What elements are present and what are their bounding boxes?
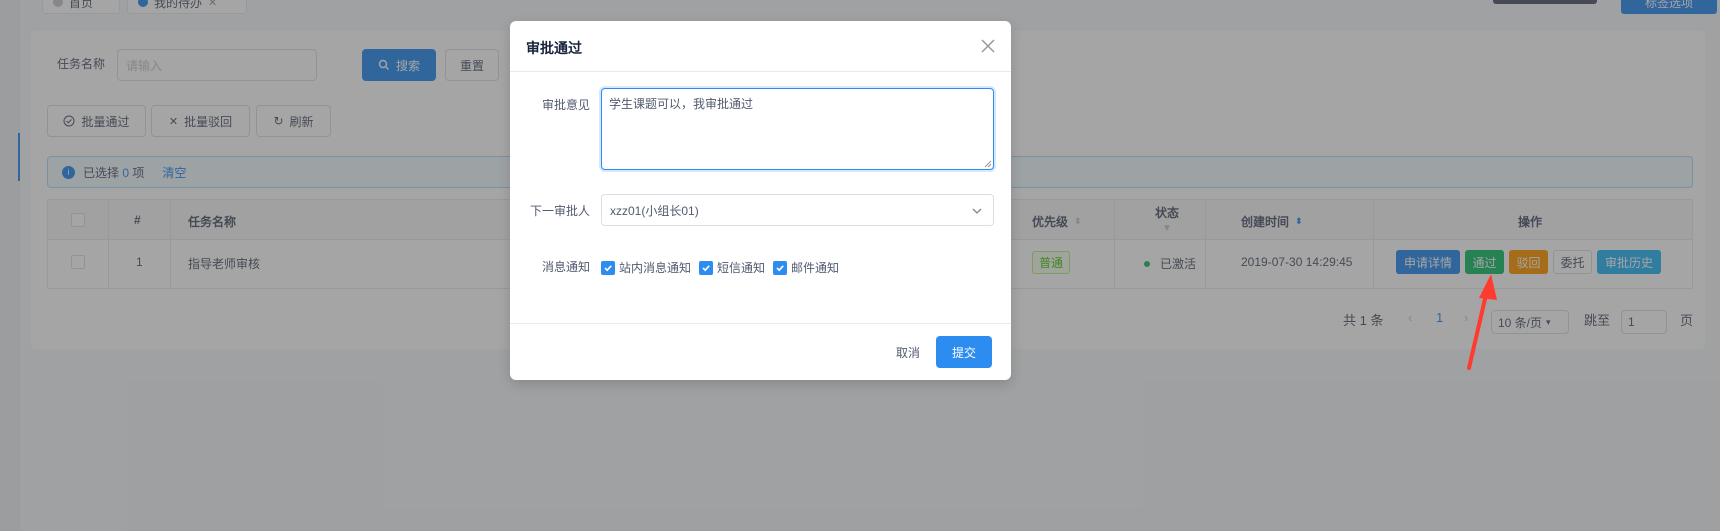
notify-site-label: 站内消息通知	[619, 261, 692, 275]
notify-label: 消息通知	[541, 260, 590, 274]
submit-button[interactable]: 提交	[936, 336, 992, 368]
next-approver-label: 下一审批人	[529, 204, 590, 218]
notify-email-checkbox[interactable]: 邮件通知	[773, 259, 839, 276]
cancel-button[interactable]: 取消	[880, 336, 936, 368]
approve-modal: 审批通过 审批意见 学生课题可以，我审批通过 下一审批人 xzz01(小组长01…	[510, 21, 1011, 380]
notify-site-checkbox[interactable]: 站内消息通知	[601, 259, 691, 276]
modal-title: 审批通过	[526, 40, 582, 56]
modal-header: 审批通过	[510, 21, 1011, 72]
next-approver-select[interactable]: xzz01(小组长01)	[601, 194, 994, 226]
notify-sms-checkbox[interactable]: 短信通知	[699, 259, 765, 276]
close-icon[interactable]	[978, 36, 998, 56]
opinion-textarea[interactable]: 学生课题可以，我审批通过	[601, 88, 994, 170]
modal-footer: 取消 提交	[510, 323, 1011, 380]
checkbox-checked-icon	[773, 260, 788, 275]
notify-sms-label: 短信通知	[717, 261, 766, 275]
notify-checkbox-group: 站内消息通知 短信通知 邮件通知	[601, 259, 847, 276]
chevron-down-icon	[972, 208, 982, 214]
resize-handle-icon[interactable]	[984, 160, 992, 168]
opinion-text: 学生课题可以，我审批通过	[609, 97, 754, 111]
next-approver-value: xzz01(小组长01)	[610, 203, 699, 218]
checkbox-checked-icon	[699, 260, 714, 275]
opinion-label: 审批意见	[541, 98, 590, 112]
notify-email-label: 邮件通知	[791, 261, 840, 275]
checkbox-checked-icon	[601, 260, 615, 275]
annotation-arrow-icon	[1467, 274, 1497, 370]
